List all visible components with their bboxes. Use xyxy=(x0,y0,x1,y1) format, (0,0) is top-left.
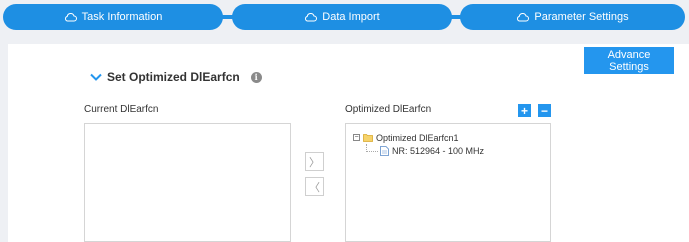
move-right-button[interactable]: 〉 xyxy=(305,152,324,171)
info-icon[interactable]: i xyxy=(250,71,262,83)
advance-settings-button[interactable]: Advance Settings xyxy=(584,47,674,74)
tree-view: − Optimized DlEarfcn1 NR: 512964 - 100 M… xyxy=(353,131,484,157)
move-left-button[interactable]: 〈 xyxy=(305,177,324,196)
optimized-dlearfcn-label: Optimized DlEarfcn xyxy=(345,104,432,115)
step-label: Data Import xyxy=(322,11,380,23)
cloud-icon xyxy=(304,12,318,22)
step-task-information[interactable]: Task Information xyxy=(3,4,223,30)
tree-branch-line xyxy=(366,143,378,152)
tree-node-label: NR: 512964 - 100 MHz xyxy=(392,145,485,156)
step-parameter-settings[interactable]: Parameter Settings xyxy=(460,4,685,30)
current-dlearfcn-label: Current DlEarfcn xyxy=(84,104,159,115)
current-dlearfcn-list[interactable] xyxy=(84,123,291,242)
wizard-stepper: Task Information Data Import Parameter S… xyxy=(0,0,689,34)
folder-icon xyxy=(363,133,373,142)
step-label: Parameter Settings xyxy=(534,11,629,23)
add-button[interactable]: + xyxy=(518,104,531,117)
section-header[interactable]: Set Optimized DlEarfcn i xyxy=(90,70,262,84)
cloud-icon xyxy=(516,12,530,22)
tree-node-child[interactable]: NR: 512964 - 100 MHz xyxy=(353,143,485,157)
remove-button[interactable]: − xyxy=(538,104,551,117)
step-label: Task Information xyxy=(81,11,163,23)
section-title: Set Optimized DlEarfcn xyxy=(107,70,240,84)
step-data-import[interactable]: Data Import xyxy=(232,4,452,30)
collapse-toggle[interactable]: − xyxy=(353,134,360,141)
tree-node-root[interactable]: − Optimized DlEarfcn1 xyxy=(353,131,484,144)
file-icon xyxy=(380,145,389,156)
settings-panel: Advance Settings Set Optimized DlEarfcn … xyxy=(8,44,689,242)
tree-node-label: Optimized DlEarfcn1 xyxy=(376,132,459,143)
cloud-icon xyxy=(64,12,77,22)
optimized-dlearfcn-tree[interactable]: − Optimized DlEarfcn1 NR: 512964 - 100 M… xyxy=(345,123,551,242)
chevron-down-icon[interactable] xyxy=(90,73,102,81)
